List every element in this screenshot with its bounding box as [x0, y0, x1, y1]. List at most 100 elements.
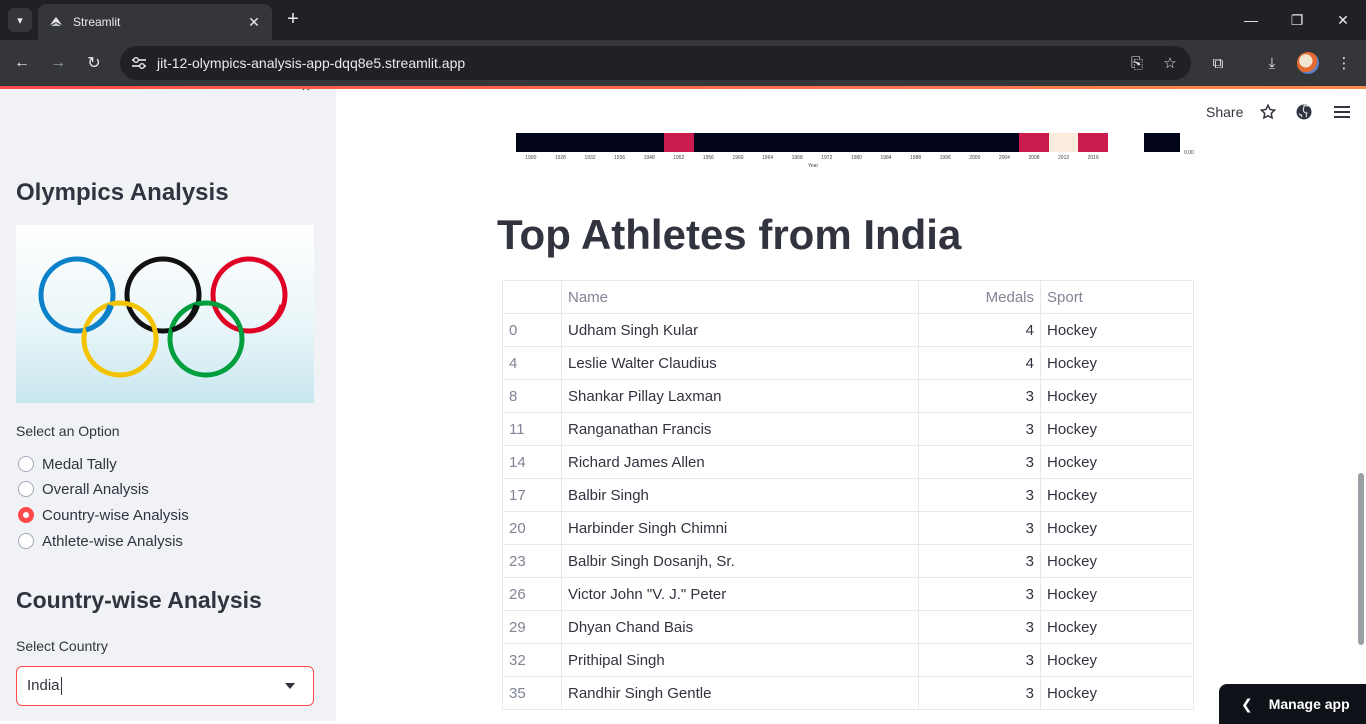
athlete-name[interactable]: Randhir Singh Gentle	[561, 676, 919, 710]
row-index[interactable]: 0	[502, 313, 562, 347]
table-row[interactable]: 0 Udham Singh Kular 4 Hockey	[502, 313, 1194, 347]
radio-circle-icon[interactable]	[18, 456, 34, 472]
download-icon[interactable]: ⤓	[1260, 51, 1284, 75]
radio-circle-icon[interactable]	[18, 481, 34, 497]
athlete-name[interactable]: Harbinder Singh Chimni	[561, 511, 919, 545]
table-row[interactable]: 35 Randhir Singh Gentle 3 Hockey	[502, 676, 1194, 710]
country-select[interactable]: India	[16, 666, 314, 706]
sport-name[interactable]: Hockey	[1040, 445, 1194, 479]
column-header-name[interactable]: Name	[561, 280, 919, 314]
row-index[interactable]: 20	[502, 511, 562, 545]
bookmark-star-icon[interactable]: ☆	[1158, 51, 1182, 75]
table-row[interactable]: 11 Ranganathan Francis 3 Hockey	[502, 412, 1194, 446]
sidebar-collapse-icon[interactable]: ⌃	[296, 89, 316, 102]
radio-label[interactable]: Medal Tally	[42, 456, 117, 473]
profile-avatar[interactable]	[1297, 52, 1319, 74]
back-icon[interactable]: ←	[10, 51, 34, 75]
country-value-text[interactable]: India	[27, 677, 60, 694]
row-index[interactable]: 35	[502, 676, 562, 710]
url-text[interactable]: jit-12-olympics-analysis-app-dqq8e5.stre…	[157, 55, 1125, 71]
tab-close-icon[interactable]: ✕	[246, 14, 262, 31]
medal-count[interactable]: 3	[918, 643, 1041, 677]
athlete-name[interactable]: Leslie Walter Claudius	[561, 346, 919, 380]
radio-label[interactable]: Country-wise Analysis	[42, 507, 189, 524]
reload-icon[interactable]: ↻	[82, 51, 106, 75]
install-app-icon[interactable]: ⎘	[1125, 51, 1149, 75]
browser-tab[interactable]: Streamlit ✕	[38, 4, 272, 40]
table-row[interactable]: 20 Harbinder Singh Chimni 3 Hockey	[502, 511, 1194, 545]
sport-name[interactable]: Hockey	[1040, 379, 1194, 413]
page-scrollbar[interactable]	[1358, 473, 1364, 645]
sport-name[interactable]: Hockey	[1040, 544, 1194, 578]
sport-name[interactable]: Hockey	[1040, 313, 1194, 347]
athlete-name[interactable]: Dhyan Chand Bais	[561, 610, 919, 644]
athlete-name[interactable]: Udham Singh Kular	[561, 313, 919, 347]
medal-count[interactable]: 3	[918, 511, 1041, 545]
table-row[interactable]: 32 Prithipal Singh 3 Hockey	[502, 643, 1194, 677]
star-icon[interactable]	[1258, 102, 1278, 122]
medal-count[interactable]: 3	[918, 676, 1041, 710]
row-index[interactable]: 29	[502, 610, 562, 644]
radio-medal-tally[interactable]: Medal Tally	[18, 453, 117, 475]
medal-count[interactable]: 3	[918, 478, 1041, 512]
column-header-sport[interactable]: Sport	[1040, 280, 1194, 314]
sport-name[interactable]: Hockey	[1040, 610, 1194, 644]
table-row[interactable]: 26 Victor John "V. J." Peter 3 Hockey	[502, 577, 1194, 611]
github-icon[interactable]	[1294, 102, 1314, 122]
radio-athlete-wise-analysis[interactable]: Athlete-wise Analysis	[18, 530, 183, 552]
row-index[interactable]: 4	[502, 346, 562, 380]
sport-name[interactable]: Hockey	[1040, 643, 1194, 677]
row-index[interactable]: 26	[502, 577, 562, 611]
radio-label[interactable]: Athlete-wise Analysis	[42, 533, 183, 550]
column-header-medals[interactable]: Medals	[918, 280, 1041, 314]
row-index[interactable]: 23	[502, 544, 562, 578]
sport-name[interactable]: Hockey	[1040, 478, 1194, 512]
country-select-value[interactable]: India	[27, 677, 285, 696]
medal-count[interactable]: 3	[918, 445, 1041, 479]
row-index[interactable]: 14	[502, 445, 562, 479]
site-settings-icon[interactable]	[129, 53, 149, 73]
radio-overall-analysis[interactable]: Overall Analysis	[18, 478, 149, 500]
athlete-name[interactable]: Ranganathan Francis	[561, 412, 919, 446]
browser-menu-icon[interactable]: ⋮	[1332, 51, 1356, 75]
athlete-name[interactable]: Prithipal Singh	[561, 643, 919, 677]
medal-count[interactable]: 4	[918, 313, 1041, 347]
address-bar[interactable]: jit-12-olympics-analysis-app-dqq8e5.stre…	[120, 46, 1191, 80]
window-close-icon[interactable]: ✕	[1320, 0, 1366, 40]
row-index[interactable]: 8	[502, 379, 562, 413]
sport-name[interactable]: Hockey	[1040, 346, 1194, 380]
table-row[interactable]: 14 Richard James Allen 3 Hockey	[502, 445, 1194, 479]
tab-search-icon[interactable]: ▾	[8, 8, 32, 32]
chevron-down-icon[interactable]	[285, 683, 295, 689]
radio-selected-icon[interactable]	[18, 507, 34, 523]
minimize-icon[interactable]: —	[1228, 0, 1274, 40]
medal-count[interactable]: 4	[918, 346, 1041, 380]
extensions-icon[interactable]: ⧉	[1206, 51, 1230, 75]
athlete-name[interactable]: Balbir Singh	[561, 478, 919, 512]
radio-label[interactable]: Overall Analysis	[42, 481, 149, 498]
table-row[interactable]: 17 Balbir Singh 3 Hockey	[502, 478, 1194, 512]
row-index[interactable]: 11	[502, 412, 562, 446]
new-tab-icon[interactable]: +	[282, 8, 304, 30]
athlete-name[interactable]: Shankar Pillay Laxman	[561, 379, 919, 413]
row-index[interactable]: 32	[502, 643, 562, 677]
medal-count[interactable]: 3	[918, 610, 1041, 644]
athlete-name[interactable]: Victor John "V. J." Peter	[561, 577, 919, 611]
row-index[interactable]: 17	[502, 478, 562, 512]
restore-icon[interactable]: ❐	[1274, 0, 1320, 40]
sport-name[interactable]: Hockey	[1040, 577, 1194, 611]
table-row[interactable]: 29 Dhyan Chand Bais 3 Hockey	[502, 610, 1194, 644]
column-header-index[interactable]	[502, 280, 562, 314]
radio-circle-icon[interactable]	[18, 533, 34, 549]
forward-icon[interactable]: →	[46, 51, 70, 75]
athlete-name[interactable]: Richard James Allen	[561, 445, 919, 479]
sport-name[interactable]: Hockey	[1040, 511, 1194, 545]
manage-app-button[interactable]: ❮ Manage app	[1219, 684, 1366, 724]
sport-name[interactable]: Hockey	[1040, 412, 1194, 446]
sport-name[interactable]: Hockey	[1040, 676, 1194, 710]
share-button[interactable]: Share	[1206, 104, 1243, 120]
medal-count[interactable]: 3	[918, 544, 1041, 578]
medal-count[interactable]: 3	[918, 412, 1041, 446]
radio-country-wise-analysis[interactable]: Country-wise Analysis	[18, 504, 189, 526]
medal-count[interactable]: 3	[918, 577, 1041, 611]
